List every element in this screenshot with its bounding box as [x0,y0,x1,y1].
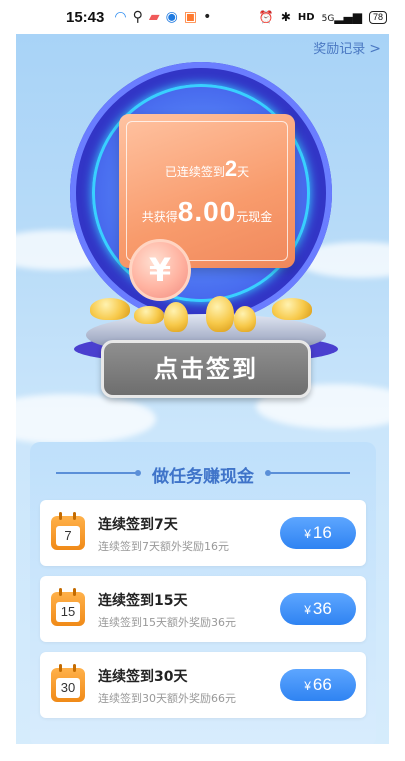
task-title: 连续签到30天 [98,669,188,685]
gold-ingot-icon [272,298,312,320]
reward-record-link[interactable]: 奖励记录 > [313,38,381,57]
reward-value: 16 [312,523,332,542]
app-icon-blue: ◠ [114,9,127,25]
yen-symbol: ¥ [304,603,311,617]
calendar-day: 30 [56,678,80,698]
gold-ingot-icon [90,298,130,320]
status-bar: 15:43 ◠ ⚲ ▰ ◉ ▣ • ⏰ ✱ HD 5G▂▄▆ 78 [0,0,405,34]
task-item: 30 连续签到30天 连续签到30天额外奖励66元 ¥66 [40,652,366,718]
calendar-icon: 7 [51,512,85,550]
task-subtitle: 连续签到7天额外奖励16元 [98,540,229,553]
task-title: 连续签到15天 [98,593,188,609]
yen-symbol: ¥ [304,527,311,541]
task-item: 7 连续签到7天 连续签到7天额外奖励16元 ¥16 [40,500,366,566]
yen-symbol: ¥ [304,679,311,693]
main-area: 奖励记录 > 已连续签到2天 共获得8.00元现金 ¥ 点击签到 做任务赚现金 … [16,34,389,761]
earned-amount: 8.00 [177,196,237,227]
app-icon-red: ▰ [148,9,160,25]
earned-prefix: 共获得 [141,210,178,224]
reward-value: 66 [312,675,332,694]
gold-coin-stack-icon [164,302,188,332]
streak-suffix: 天 [237,165,250,179]
calendar-icon: 15 [51,588,85,626]
app-icon-bluedot: ◉ [165,9,178,25]
signal-icon: 5G▂▄▆ [321,10,362,24]
calendar-day: 7 [56,526,80,546]
streak-days: 2 [224,156,238,181]
task-subtitle: 连续签到15天额外奖励36元 [98,616,236,629]
search-status-icon: ⚲ [132,9,143,25]
yuan-coin-icon: ¥ [129,239,191,301]
streak-text: 已连续签到2天 [119,156,295,182]
bluetooth-icon: ✱ [280,10,291,24]
gold-coin-stack-icon [206,296,234,332]
reward-value: 36 [312,599,332,618]
network-label: 5G [321,14,335,24]
status-time: 15:43 [66,8,105,26]
earned-text: 共获得8.00元现金 [119,196,295,228]
tasks-panel-title: 做任务赚现金 [152,467,254,487]
task-item: 15 连续签到15天 连续签到15天额外奖励36元 ¥36 [40,576,366,642]
task-subtitle: 连续签到30天额外奖励66元 [98,692,236,705]
chevron-right-icon: > [369,41,381,57]
task-reward-button[interactable]: ¥16 [280,517,356,549]
gold-coin-icon [234,306,256,332]
cloud-decoration [16,394,156,444]
gold-ingot-icon [134,306,164,324]
calendar-day: 15 [56,602,80,622]
earned-suffix: 元现金 [236,210,273,224]
status-right: ⏰ ✱ HD 5G▂▄▆ 78 [259,10,387,24]
hd-icon: HD [297,11,315,23]
more-dot-icon: • [203,9,212,25]
calendar-icon: 30 [51,664,85,702]
signin-button[interactable]: 点击签到 [101,340,311,398]
alarm-icon: ⏰ [258,10,274,24]
streak-prefix: 已连续签到 [164,165,225,179]
app-icon-orange: ▣ [183,9,198,25]
app-frame: 15:43 ◠ ⚲ ▰ ◉ ▣ • ⏰ ✱ HD 5G▂▄▆ 78 奖励记录> [0,0,405,761]
task-title: 连续签到7天 [98,517,178,533]
tasks-panel: 做任务赚现金 7 连续签到7天 连续签到7天额外奖励16元 ¥16 15 连续签… [30,442,376,747]
task-reward-button[interactable]: ¥36 [280,593,356,625]
bottom-margin [0,744,405,761]
battery-icon: 78 [368,10,387,24]
task-reward-button[interactable]: ¥66 [280,669,356,701]
reward-record-label: 奖励记录 [313,42,366,57]
